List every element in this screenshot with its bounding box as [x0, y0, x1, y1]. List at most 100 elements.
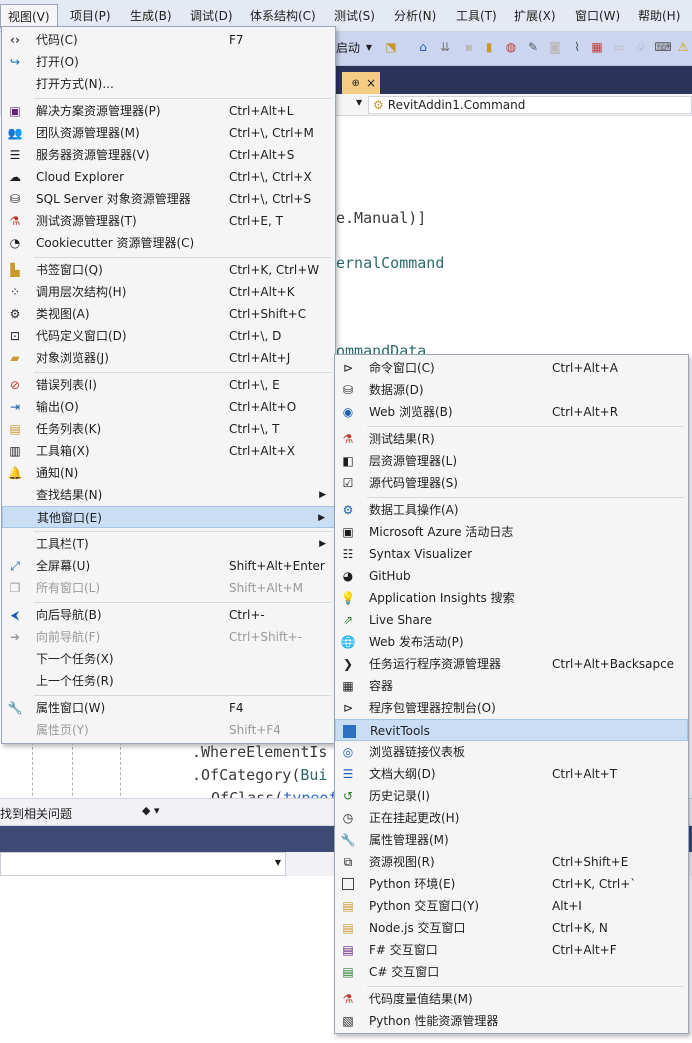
warning-icon[interactable]: ⚠: [676, 40, 690, 54]
find-icon[interactable]: ⬔: [384, 40, 398, 54]
menu-item-property-pages[interactable]: 属性页(Y) Shift+F4: [2, 719, 335, 741]
menu-item-source-control[interactable]: ☑ 源代码管理器(S): [335, 472, 688, 494]
start-config-label[interactable]: 启动: [336, 39, 360, 56]
menu-test[interactable]: 测试(S): [327, 4, 382, 28]
tab-close-icon[interactable]: ×: [366, 76, 376, 90]
menu-item-find-results[interactable]: 查找结果(N) ▶: [2, 484, 335, 506]
menu-item-server-explorer[interactable]: ☰ 服务器资源管理器(V) Ctrl+Alt+S: [2, 144, 335, 166]
menu-item-team-explorer[interactable]: 👥 团队资源管理器(M) Ctrl+\, Ctrl+M: [2, 122, 335, 144]
menu-tools[interactable]: 工具(T): [449, 4, 504, 28]
type-dropdown-arrow-icon[interactable]: ▼: [356, 98, 362, 107]
menu-project[interactable]: 项目(P): [63, 4, 118, 28]
menu-item-revittools[interactable]: RevitTools: [335, 719, 688, 741]
member-dropdown[interactable]: ⚙ RevitAddin1.Command: [368, 96, 692, 114]
pane-combo[interactable]: ▼: [0, 852, 286, 876]
menu-item-python-interactive[interactable]: ▤ Python 交互窗口(Y) Alt+I: [335, 895, 688, 917]
menu-item-browser-link[interactable]: ◎ 浏览器链接仪表板: [335, 741, 688, 763]
tool-icon-5[interactable]: ▭: [612, 40, 626, 54]
menu-item-pending-changes[interactable]: ◷ 正在挂起更改(H): [335, 807, 688, 829]
menu-item-python-perf[interactable]: ▧ Python 性能资源管理器: [335, 1010, 688, 1032]
tool-icon-1[interactable]: ▪: [462, 40, 476, 54]
menu-item-object-browser[interactable]: ▰ 对象浏览器(J) Ctrl+Alt+J: [2, 347, 335, 369]
menu-extensions[interactable]: 扩展(X): [507, 4, 563, 28]
menu-item-toolbox[interactable]: ▥ 工具箱(X) Ctrl+Alt+X: [2, 440, 335, 462]
menu-item-app-insights[interactable]: 💡 Application Insights 搜索: [335, 587, 688, 609]
menu-build[interactable]: 生成(B): [123, 4, 179, 28]
menu-item-data-tools[interactable]: ⚙ 数据工具操作(A): [335, 499, 688, 521]
menu-item-package-manager-console[interactable]: ⊳ 程序包管理器控制台(O): [335, 697, 688, 719]
menu-item-web-browser[interactable]: ◉ Web 浏览器(B) Ctrl+Alt+R: [335, 401, 688, 423]
home-icon[interactable]: ⌂: [416, 40, 430, 54]
menu-item-properties-window[interactable]: 🔧 属性窗口(W) F4: [2, 697, 335, 719]
menu-item-data-sources[interactable]: ⛁ 数据源(D): [335, 379, 688, 401]
menu-view[interactable]: 视图(V): [0, 4, 58, 28]
menu-item-test-results[interactable]: ⚗ 测试结果(R): [335, 428, 688, 450]
tool-icon-4[interactable]: ▦: [590, 40, 604, 54]
menu-item-python-env[interactable]: Python 环境(E) Ctrl+K, Ctrl+`: [335, 873, 688, 895]
menu-item-previous-task[interactable]: 上一个任务(R): [2, 670, 335, 692]
menu-item-all-windows[interactable]: ❐ 所有窗口(L) Shift+Alt+M: [2, 577, 335, 599]
menu-item-resource-view[interactable]: ⧉ 资源视图(R) Ctrl+Shift+E: [335, 851, 688, 873]
bookmark-icon: ▙: [10, 263, 20, 277]
menu-item-toolbars[interactable]: 工具栏(T) ▶: [2, 533, 335, 555]
menu-item-other-windows[interactable]: 其他窗口(E) ▶: [2, 506, 335, 528]
menu-item-csharp-interactive[interactable]: ▤ C# 交互窗口: [335, 961, 688, 983]
menu-item-nodejs-interactive[interactable]: ▤ Node.js 交互窗口 Ctrl+K, N: [335, 917, 688, 939]
menu-item-task-runner[interactable]: ❯ 任务运行程序资源管理器 Ctrl+Alt+Backsapce: [335, 653, 688, 675]
menu-item-test-explorer[interactable]: ⚗ 测试资源管理器(T) Ctrl+E, T: [2, 210, 335, 232]
attach-icon[interactable]: ⌇: [570, 40, 584, 54]
menu-item-command-window[interactable]: ⊳ 命令窗口(C) Ctrl+Alt+A: [335, 357, 688, 379]
menu-item-property-manager[interactable]: 🔧 属性管理器(M): [335, 829, 688, 851]
menu-architecture[interactable]: 体系结构(C): [243, 4, 323, 28]
menu-item-history[interactable]: ↺ 历史记录(I): [335, 785, 688, 807]
menu-item-code[interactable]: ‹› 代码(C) F7: [2, 29, 335, 51]
menu-item-cloud-explorer[interactable]: ☁ Cloud Explorer Ctrl+\, Ctrl+X: [2, 166, 335, 188]
document-tab[interactable]: ⊕ ×: [342, 72, 380, 94]
menu-item-github[interactable]: ◕ GitHub: [335, 565, 688, 587]
pin-icon[interactable]: ⊕: [352, 78, 360, 89]
menu-item-sql-server[interactable]: ⛁ SQL Server 对象资源管理器 Ctrl+\, Ctrl+S: [2, 188, 335, 210]
menu-analyze[interactable]: 分析(N): [387, 4, 443, 28]
combo-arrow-icon[interactable]: ▼: [275, 858, 281, 867]
menu-item-containers[interactable]: ▦ 容器: [335, 675, 688, 697]
menu-item-code-metrics[interactable]: ⚗ 代码度量值结果(M): [335, 988, 688, 1010]
menu-item-navigate-back[interactable]: ⮜ 向后导航(B) Ctrl+-: [2, 604, 335, 626]
menu-item-web-publish[interactable]: 🌐 Web 发布活动(P): [335, 631, 688, 653]
menu-item-output[interactable]: ⇥ 输出(O) Ctrl+Alt+O: [2, 396, 335, 418]
menu-item-live-share[interactable]: ⇗ Live Share: [335, 609, 688, 631]
menu-item-cookiecutter[interactable]: ◔ Cookiecutter 资源管理器(C): [2, 232, 335, 254]
menu-item-call-hierarchy[interactable]: ⁘ 调用层次结构(H) Ctrl+Alt+K: [2, 281, 335, 303]
menu-item-document-outline[interactable]: ☰ 文档大纲(D) Ctrl+Alt+T: [335, 763, 688, 785]
format-icon[interactable]: ⇊: [438, 40, 452, 54]
menu-window[interactable]: 窗口(W): [568, 4, 627, 28]
tool-icon-6[interactable]: ♧: [634, 40, 648, 54]
menu-item-syntax-visualizer[interactable]: ☷ Syntax Visualizer: [335, 543, 688, 565]
menu-item-class-view[interactable]: ⚙ 类视图(A) Ctrl+Shift+C: [2, 303, 335, 325]
menu-item-open[interactable]: ↪ 打开(O): [2, 51, 335, 73]
tool-icon-2[interactable]: ◍: [504, 40, 518, 54]
menu-item-task-list[interactable]: ▤ 任务列表(K) Ctrl+\, T: [2, 418, 335, 440]
bookmark-toolbar-icon[interactable]: ▮: [482, 40, 496, 54]
menu-debug[interactable]: 调试(D): [183, 4, 240, 28]
camera-icon[interactable]: ◙: [548, 40, 562, 54]
object-browser-icon: ▰: [10, 351, 20, 365]
menu-item-fsharp-interactive[interactable]: ▤ F# 交互窗口 Ctrl+Alt+F: [335, 939, 688, 961]
menu-item-next-task[interactable]: 下一个任务(X): [2, 648, 335, 670]
other-windows-submenu: ⊳ 命令窗口(C) Ctrl+Alt+A ⛁ 数据源(D) ◉ Web 浏览器(B) Ct…: [334, 354, 689, 1034]
menu-item-solution-explorer[interactable]: ▣ 解决方案资源管理器(P) Ctrl+Alt+L: [2, 100, 335, 122]
menu-item-code-definition[interactable]: ⊡ 代码定义窗口(D) Ctrl+\, D: [2, 325, 335, 347]
menu-item-open-with[interactable]: 打开方式(N)...: [2, 73, 335, 95]
menu-help[interactable]: 帮助(H): [631, 4, 687, 28]
call-hierarchy-icon: ⁘: [9, 285, 21, 299]
menu-item-fullscreen[interactable]: ⤢ 全屏幕(U) Shift+Alt+Enter: [2, 555, 335, 577]
config-dropdown-icon[interactable]: ▼: [362, 40, 376, 54]
menu-item-navigate-forward[interactable]: ➜ 向前导航(F) Ctrl+Shift+-: [2, 626, 335, 648]
menu-item-error-list[interactable]: ⊘ 错误列表(I) Ctrl+\, E: [2, 374, 335, 396]
menu-item-layer-explorer[interactable]: ◧ 层资源管理器(L): [335, 450, 688, 472]
menu-item-bookmarks[interactable]: ▙ 书签窗口(Q) Ctrl+K, Ctrl+W: [2, 259, 335, 281]
tool-icon-3[interactable]: ✎: [526, 40, 540, 54]
tool-icon-7[interactable]: ⌨: [654, 40, 671, 54]
menu-item-notifications[interactable]: 🔔 通知(N): [2, 462, 335, 484]
menu-item-azure-log[interactable]: ▣ Microsoft Azure 活动日志: [335, 521, 688, 543]
filter-icon[interactable]: ◆ ▾: [142, 804, 159, 817]
